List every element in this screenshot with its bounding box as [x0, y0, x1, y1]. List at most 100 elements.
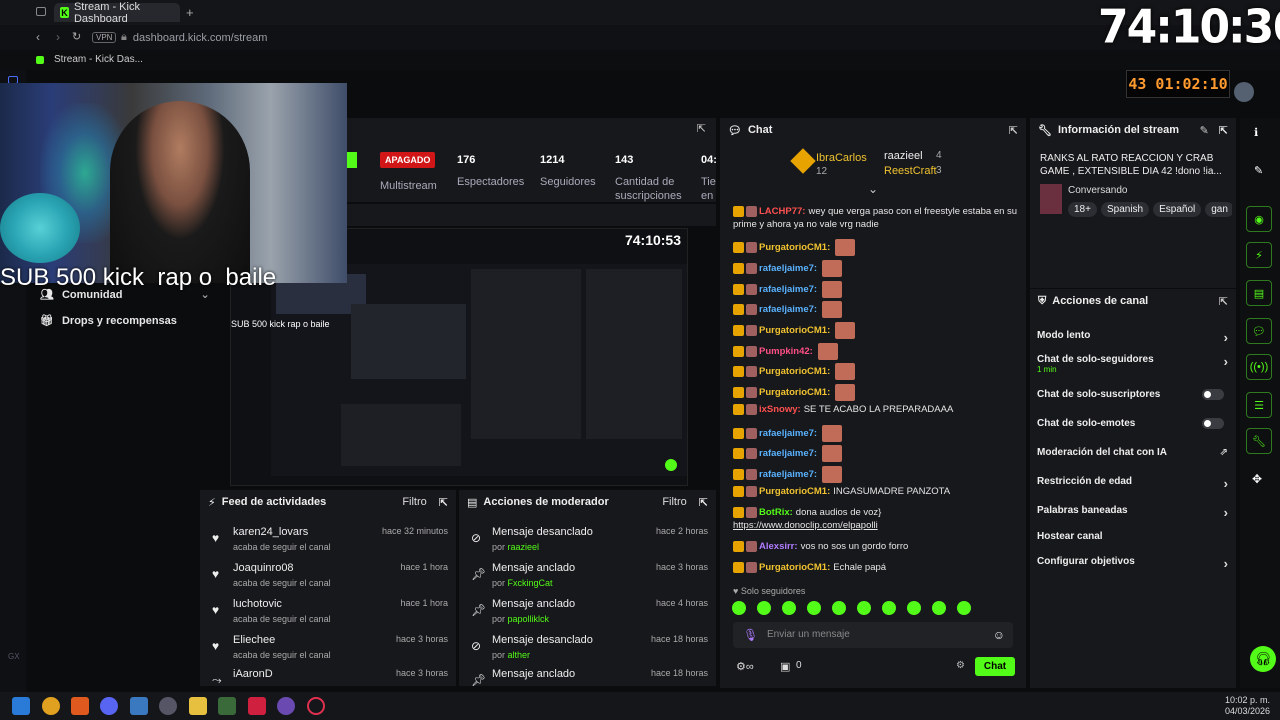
chat-username[interactable]: Alexsirr: — [759, 541, 798, 552]
chat-username[interactable]: rafaeljaime7: — [759, 469, 817, 480]
action-slow-mode[interactable]: Modo lento › — [1037, 330, 1228, 345]
bitcoin-app-icon[interactable] — [42, 697, 60, 715]
list-item[interactable]: ♥ karen24_lovars acaba de seguir el cana… — [208, 526, 448, 560]
chat-username[interactable]: PurgatorioCM1: — [759, 562, 830, 573]
subs-only-toggle[interactable] — [1202, 389, 1224, 400]
chat-message[interactable]: PurgatorioCM1: — [733, 322, 856, 339]
chat-username[interactable]: PurgatorioCM1: — [759, 325, 830, 336]
browser-tab[interactable]: K Stream - Kick Dashboard — [54, 1, 180, 25]
info-icon[interactable]: ℹ — [1254, 126, 1258, 139]
steam-icon[interactable] — [159, 697, 177, 715]
chat-username[interactable]: PurgatorioCM1: — [759, 486, 830, 497]
tab-list-icon[interactable] — [36, 7, 46, 16]
collapse-icon[interactable]: ⌄ — [868, 182, 878, 196]
emote-icon[interactable] — [932, 601, 946, 615]
chat-message[interactable]: PurgatorioCM1: — [733, 363, 856, 380]
chat-username[interactable]: rafaeljaime7: — [759, 263, 817, 274]
tag[interactable]: 18+ — [1068, 202, 1097, 217]
chat-message[interactable]: BotRix: dona audios de voz} — [733, 507, 881, 518]
emote-icon[interactable] — [857, 601, 871, 615]
chat-message[interactable]: rafaeljaime7: — [733, 425, 843, 442]
vpn-badge[interactable]: VPN — [92, 32, 117, 43]
chat-username[interactable]: PurgatorioCM1: — [759, 366, 830, 377]
chat-message[interactable]: PurgatorioCM1: — [733, 239, 856, 256]
emote-icon[interactable] — [807, 601, 821, 615]
chat-text[interactable]: https://www.donoclip.com/elpapolli — [733, 520, 878, 531]
list-item[interactable]: ♥ luchotovic acaba de seguir el canal ha… — [208, 598, 448, 632]
expand-icon[interactable]: ⇱ — [697, 122, 706, 135]
chat-input[interactable]: 🎙︎ Enviar un mensaje ☺ — [733, 622, 1013, 648]
action-subs-only[interactable]: Chat de solo-suscriptores — [1037, 389, 1228, 400]
tag[interactable]: Spanish — [1100, 202, 1150, 217]
top-gifter-3[interactable]: ReestCraft — [884, 165, 937, 177]
settings-gear-icon[interactable]: ⚙ — [956, 660, 965, 671]
mod-filter-button[interactable]: Filtro — [662, 496, 686, 508]
chat-username[interactable]: ixSnowy: — [759, 404, 801, 415]
wrench-icon[interactable]: 🔧︎ — [1246, 428, 1272, 454]
expand-icon[interactable]: ⇱ — [1009, 124, 1018, 137]
chat-username[interactable]: PurgatorioCM1: — [759, 387, 830, 398]
action-emotes-only[interactable]: Chat de solo-emotes — [1037, 418, 1228, 429]
expand-icon[interactable]: ⇱ — [1219, 295, 1228, 308]
bolt-icon[interactable]: ⚡︎ — [1246, 242, 1272, 268]
list-item[interactable]: 📌︎ Mensaje anclado por FxckingCat hace 3… — [467, 562, 708, 596]
gamepad-icon[interactable] — [218, 697, 236, 715]
chat-username[interactable]: rafaeljaime7: — [759, 304, 817, 315]
top-gifter-2[interactable]: raazieel — [884, 150, 923, 162]
chat-message[interactable]: rafaeljaime7: — [733, 281, 843, 298]
brave-icon[interactable] — [71, 697, 89, 715]
chat-username[interactable]: rafaeljaime7: — [759, 448, 817, 459]
multistream-label[interactable]: Multistream — [380, 180, 437, 192]
chat-message[interactable]: PurgatorioCM1: INGASUMADRE PANZOTA — [733, 486, 950, 497]
support-icon[interactable]: 🎧︎ — [1250, 646, 1276, 672]
expand-icon[interactable]: ⇱ — [699, 496, 708, 509]
edit-icon[interactable]: ✎ — [1200, 124, 1209, 137]
gx-icon[interactable]: GX — [8, 652, 20, 661]
chat-message[interactable]: ixSnowy: SE TE ACABO LA PREPARADAAA — [733, 404, 953, 415]
emote-icon[interactable] — [732, 601, 746, 615]
windows-start-icon[interactable] — [12, 697, 30, 715]
tag[interactable]: Español — [1153, 202, 1202, 217]
chat-username[interactable]: BotRix: — [759, 507, 793, 518]
chat-message[interactable]: rafaeljaime7: — [733, 466, 843, 483]
emote-icon[interactable] — [882, 601, 896, 615]
emotes-only-toggle[interactable] — [1202, 418, 1224, 429]
chat-message[interactable]: LACHP77: wey que verga paso con el freest… — [733, 206, 1017, 217]
emote-icon[interactable] — [832, 601, 846, 615]
move-icon[interactable]: ✥ — [1252, 472, 1262, 486]
list-item[interactable]: ♥ Eliechee acaba de seguir el canal hace… — [208, 634, 448, 668]
emote-icon[interactable] — [757, 601, 771, 615]
folder-icon[interactable] — [189, 697, 207, 715]
new-tab-icon[interactable]: + — [186, 5, 194, 20]
opera-icon[interactable] — [307, 697, 325, 715]
emote-icon[interactable] — [957, 601, 971, 615]
action-host-channel[interactable]: Hostear canal — [1037, 531, 1228, 542]
emote-icon[interactable] — [782, 601, 796, 615]
obs-icon[interactable] — [248, 697, 266, 715]
chat-message[interactable]: Pumpkin42: — [733, 343, 838, 360]
top-gifter-1[interactable]: IbraCarlos — [816, 152, 867, 164]
chat-message[interactable]: rafaeljaime7: — [733, 445, 843, 462]
chat-username[interactable]: rafaeljaime7: — [759, 284, 817, 295]
camera-icon[interactable]: ◉ — [1246, 206, 1272, 232]
chat-bubble-icon[interactable]: 💬︎ — [1246, 318, 1272, 344]
chat-message[interactable]: PurgatorioCM1: Echale papá — [733, 562, 886, 573]
mic-icon[interactable]: 🎙︎ — [743, 628, 758, 642]
expand-icon[interactable]: ⇱ — [1219, 124, 1228, 137]
chat-message[interactable]: PurgatorioCM1: — [733, 384, 856, 401]
list-item[interactable]: ⊘ Mensaje desanclado por alther hace 18 … — [467, 634, 708, 668]
list-item[interactable]: ⊘ Mensaje desanclado por raazieel hace 2… — [467, 526, 708, 560]
chat-message[interactable]: https://www.donoclip.com/elpapolli — [733, 520, 878, 531]
bookmark-item[interactable]: Stream - Kick Das... — [36, 54, 143, 65]
back-icon[interactable]: ‹ — [36, 30, 40, 44]
broadcast-icon[interactable]: ((•)) — [1246, 354, 1272, 380]
expand-icon[interactable]: ⇱ — [439, 496, 448, 509]
app-icon[interactable] — [277, 697, 295, 715]
chat-message[interactable]: prime y ahora ya no vale vrg nadie — [733, 219, 879, 230]
tag[interactable]: gan — [1205, 202, 1232, 217]
url-field[interactable]: 🔒︎ dashboard.kick.com/stream — [121, 31, 267, 44]
avatar[interactable] — [1234, 82, 1254, 102]
sidebar-item-drops[interactable]: 🎁︎ Drops y recompensas — [40, 314, 177, 328]
chat-username[interactable]: PurgatorioCM1: — [759, 242, 830, 253]
emoji-icon[interactable]: ☺ — [993, 628, 1005, 642]
